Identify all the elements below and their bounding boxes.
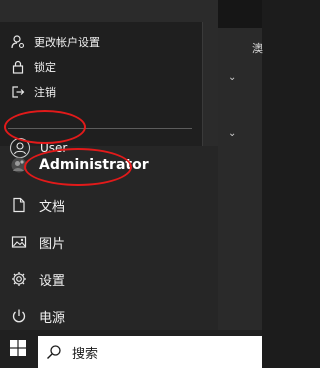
pictures-icon [11, 234, 27, 250]
search-placeholder: 搜索 [72, 346, 99, 362]
lock-label: 锁定 [34, 61, 56, 74]
rail-item-documents[interactable]: 文档 [0, 190, 218, 220]
power-icon [11, 308, 27, 324]
change-account-settings-item[interactable]: 更改帐户设置 [0, 30, 200, 54]
rail-item-pictures[interactable]: 图片 [0, 227, 218, 257]
rail-item-documents-label: 文档 [39, 199, 66, 215]
change-account-settings-label: 更改帐户设置 [34, 36, 100, 49]
document-icon [11, 197, 27, 213]
rail-item-settings[interactable]: 设置 [0, 264, 218, 294]
lock-item[interactable]: 锁定 [0, 55, 200, 79]
current-user-item[interactable]: Administrator [0, 148, 218, 182]
background-window-text: 澳 [252, 42, 263, 55]
windows-logo-icon [10, 340, 26, 360]
rail-item-settings-label: 设置 [39, 273, 66, 289]
sign-out-label: 注销 [34, 86, 56, 99]
user-account-flyout: 更改帐户设置 锁定 注销 User [0, 22, 203, 158]
chevron-down-icon[interactable]: ⌄ [228, 128, 236, 139]
start-button[interactable] [0, 332, 36, 368]
background-window-titlebar [218, 0, 262, 28]
sign-out-icon [11, 85, 25, 99]
rail-item-pictures-label: 图片 [39, 236, 66, 252]
taskbar-search-box[interactable]: 搜索 [38, 336, 262, 368]
flyout-divider [8, 128, 192, 129]
search-icon [46, 344, 62, 360]
rail-item-power[interactable]: 电源 [0, 301, 218, 331]
lock-icon [11, 60, 25, 74]
sign-out-item[interactable]: 注销 [0, 80, 200, 104]
gear-icon [11, 271, 27, 287]
rail-item-power-label: 电源 [39, 310, 66, 326]
chevron-down-icon[interactable]: ⌄ [228, 72, 236, 83]
user-photo-icon [11, 157, 27, 173]
current-user-label: Administrator [39, 157, 149, 173]
account-settings-icon [11, 35, 25, 49]
